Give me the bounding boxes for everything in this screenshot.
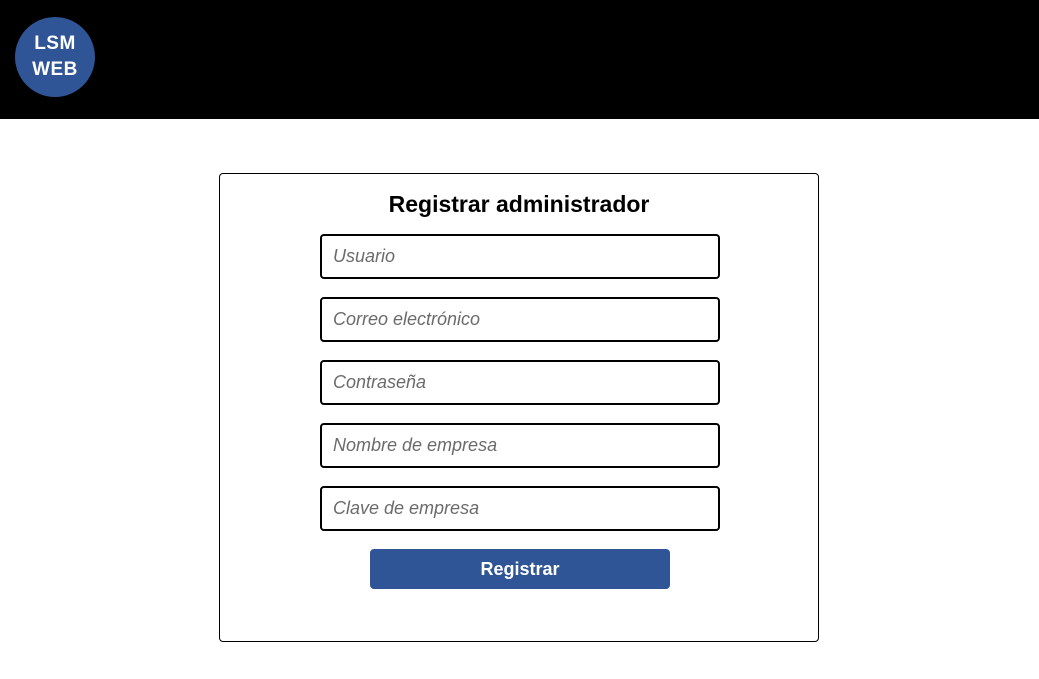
password-input[interactable] <box>320 360 720 405</box>
form-title: Registrar administrador <box>388 191 650 217</box>
register-admin-card: Registrar administrador Registrar <box>219 173 819 642</box>
username-input[interactable] <box>320 234 720 279</box>
register-button[interactable]: Registrar <box>370 549 670 589</box>
email-input[interactable] <box>320 297 720 342</box>
lsm-web-logo[interactable]: LSM WEB <box>15 17 95 97</box>
company-key-input[interactable] <box>320 486 720 531</box>
top-header-bar: LSM WEB <box>0 0 1039 119</box>
company-name-input[interactable] <box>320 423 720 468</box>
logo-text-line1: LSM <box>34 33 76 54</box>
logo-text-line2: WEB <box>32 59 78 80</box>
